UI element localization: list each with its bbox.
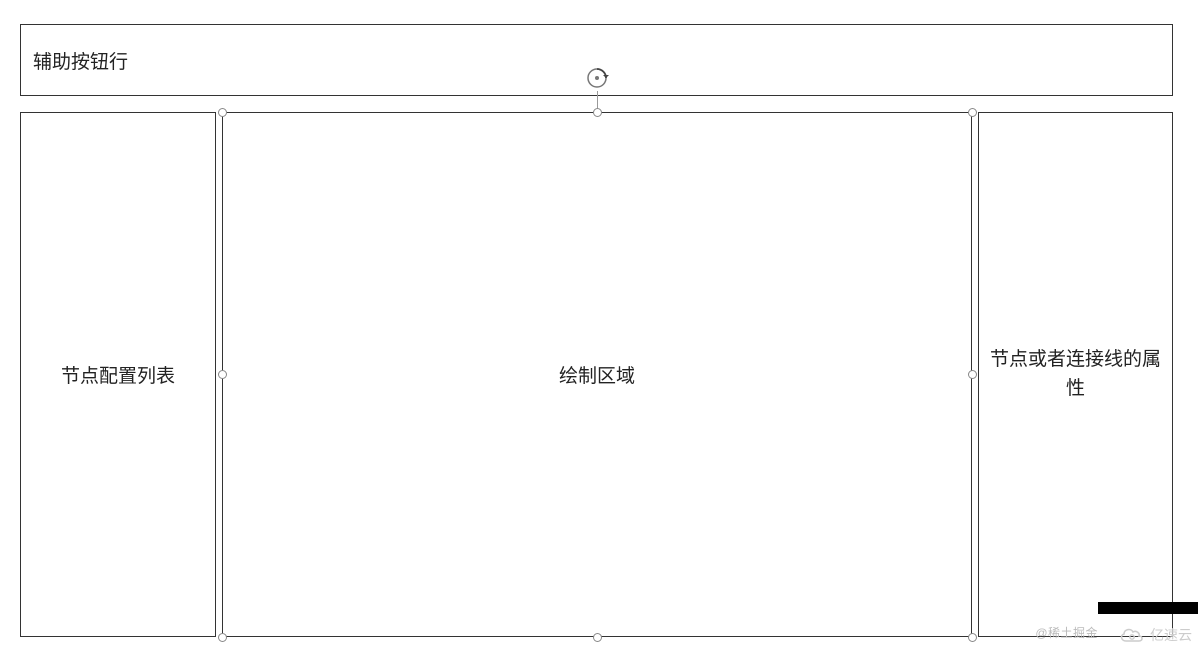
resize-handle-s[interactable] <box>593 633 602 642</box>
node-config-list-panel[interactable]: 节点配置列表 <box>20 112 216 637</box>
watermark-yisu-text: 亿速云 <box>1150 625 1192 645</box>
resize-handle-sw[interactable] <box>218 633 227 642</box>
rotate-handle-icon[interactable] <box>584 65 610 91</box>
drawing-area-panel[interactable]: 绘制区域 <box>222 112 972 637</box>
right-panel-label: 节点或者连接线的属性 <box>987 346 1164 403</box>
rotate-connector-line <box>597 91 598 108</box>
resize-handle-se[interactable] <box>968 633 977 642</box>
toolbar-label: 辅助按钮行 <box>33 47 128 74</box>
watermark-juejin: @稀土掘金 <box>1035 624 1098 641</box>
watermark-yisu: 亿速云 <box>1118 625 1192 645</box>
resize-handle-e[interactable] <box>968 370 977 379</box>
resize-handle-nw[interactable] <box>218 108 227 117</box>
resize-handle-n[interactable] <box>593 108 602 117</box>
cloud-icon <box>1118 625 1146 645</box>
center-panel-label: 绘制区域 <box>559 361 635 388</box>
black-bar <box>1098 602 1198 614</box>
left-panel-label: 节点配置列表 <box>61 361 175 388</box>
properties-panel[interactable]: 节点或者连接线的属性 <box>978 112 1173 637</box>
watermark-juejin-text: @稀土掘金 <box>1035 626 1098 640</box>
resize-handle-ne[interactable] <box>968 108 977 117</box>
layout-canvas: 辅助按钮行 节点配置列表 绘制区域 节点或者连接线的属性 @稀土掘金 <box>0 0 1198 663</box>
resize-handle-w[interactable] <box>218 370 227 379</box>
